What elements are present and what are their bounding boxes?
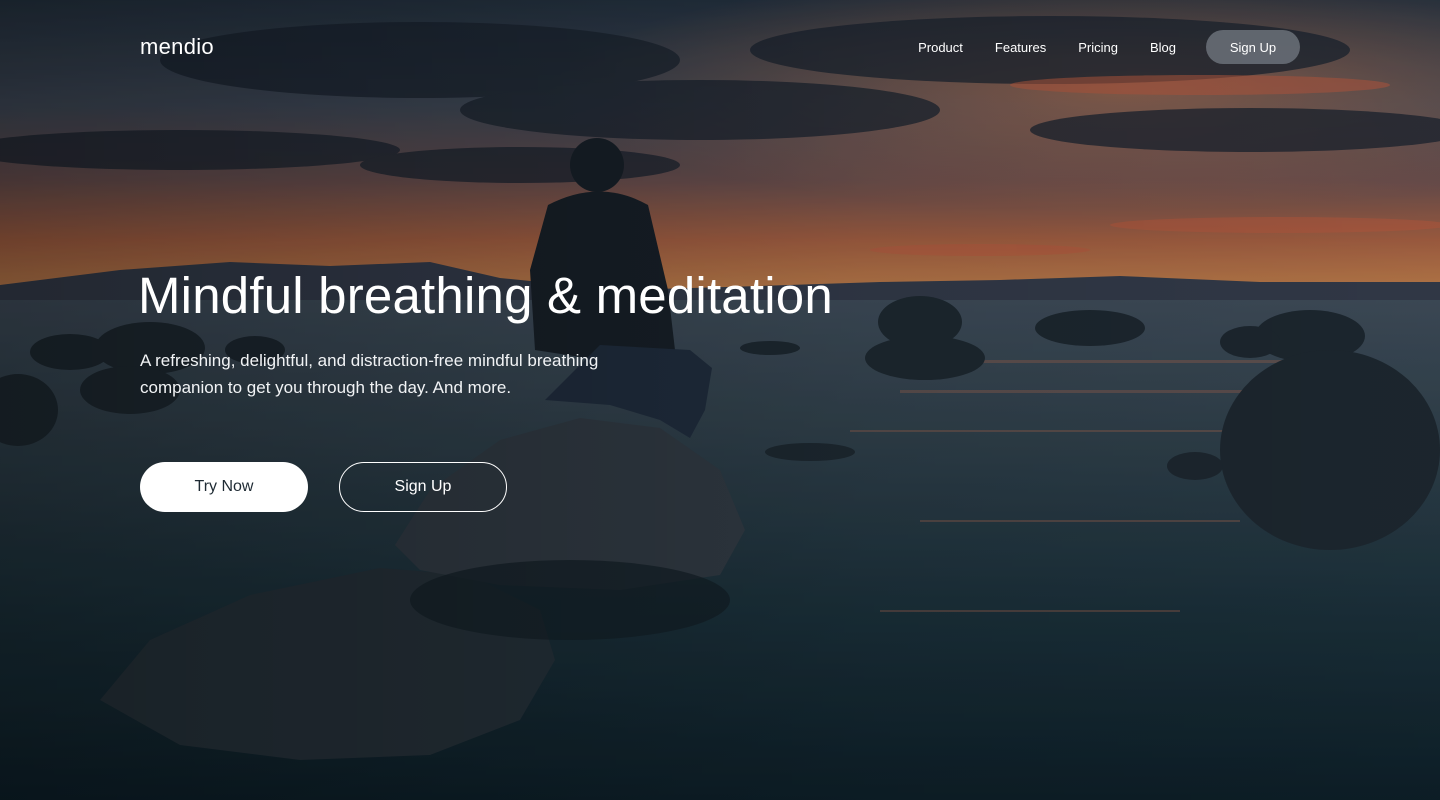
- nav-links: Product Features Pricing Blog Sign Up: [918, 30, 1300, 64]
- nav-link-product[interactable]: Product: [918, 40, 963, 55]
- nav-signup-button[interactable]: Sign Up: [1206, 30, 1300, 64]
- brand-logo[interactable]: mendio: [140, 34, 214, 60]
- top-navigation: mendio Product Features Pricing Blog Sig…: [140, 30, 1300, 64]
- hero-subtitle: A refreshing, delightful, and distractio…: [140, 351, 599, 397]
- hero-title: Mindful breathing & meditation: [138, 267, 833, 324]
- hero-signup-button[interactable]: Sign Up: [339, 462, 507, 512]
- try-now-button[interactable]: Try Now: [140, 462, 308, 512]
- nav-link-features[interactable]: Features: [995, 40, 1046, 55]
- nav-link-blog[interactable]: Blog: [1150, 40, 1176, 55]
- nav-link-pricing[interactable]: Pricing: [1078, 40, 1118, 55]
